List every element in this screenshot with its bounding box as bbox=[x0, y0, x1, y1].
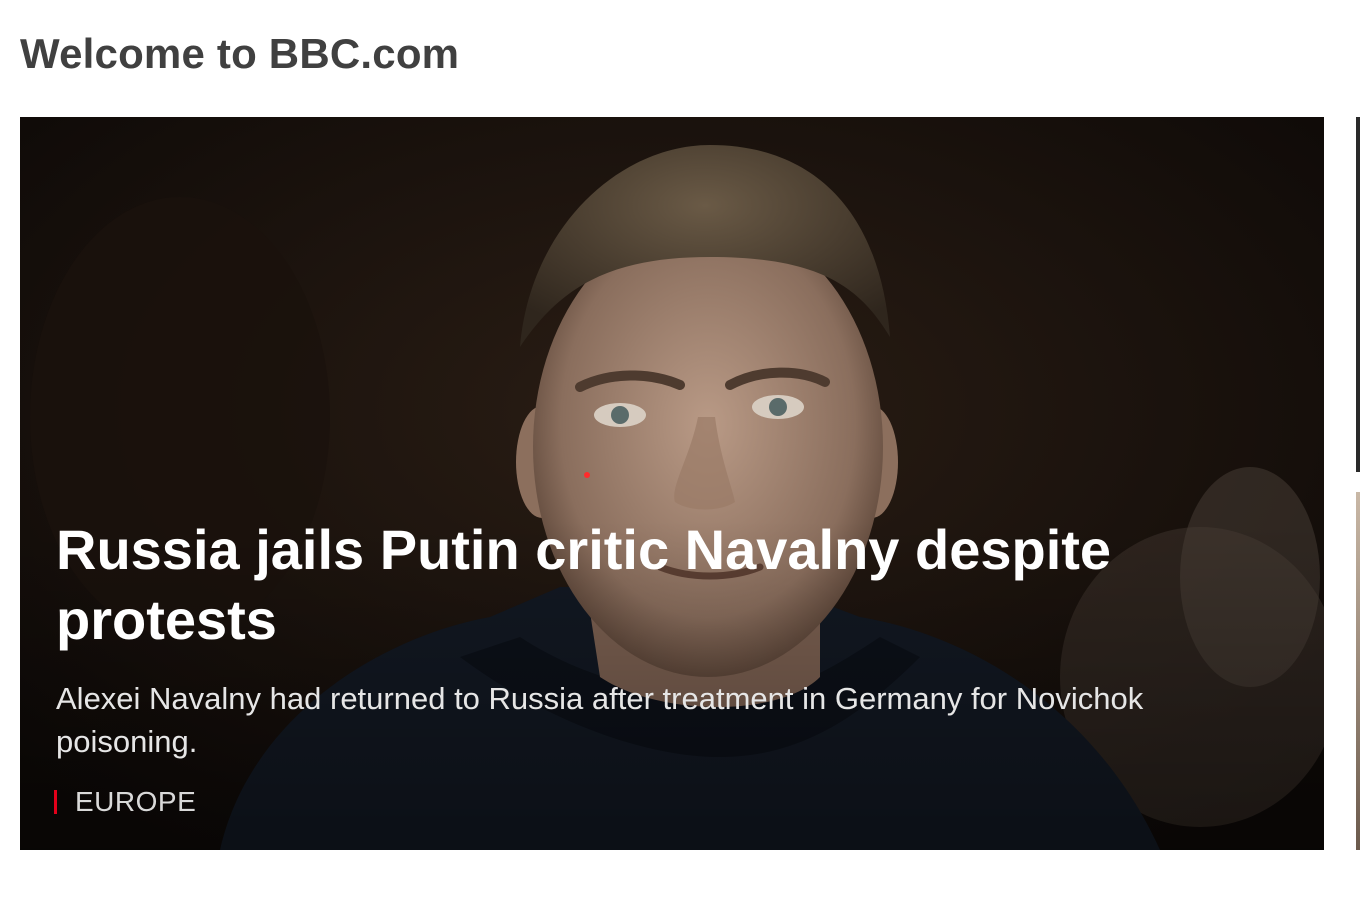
section-marker bbox=[54, 790, 57, 814]
section-label: EUROPE bbox=[75, 786, 197, 817]
section-tag[interactable]: EUROPE bbox=[54, 786, 197, 817]
adjacent-story-image-edge[interactable] bbox=[1356, 492, 1360, 850]
top-story-summary: Alexei Navalny had returned to Russia af… bbox=[56, 681, 1144, 759]
page-title: Welcome to BBC.com bbox=[20, 30, 460, 77]
top-story-headline[interactable]: Russia jails Putin critic Navalny despit… bbox=[56, 515, 1276, 655]
adjacent-story-edge[interactable] bbox=[1356, 117, 1360, 472]
top-story-card[interactable]: Russia jails Putin critic Navalny despit… bbox=[20, 117, 1324, 850]
